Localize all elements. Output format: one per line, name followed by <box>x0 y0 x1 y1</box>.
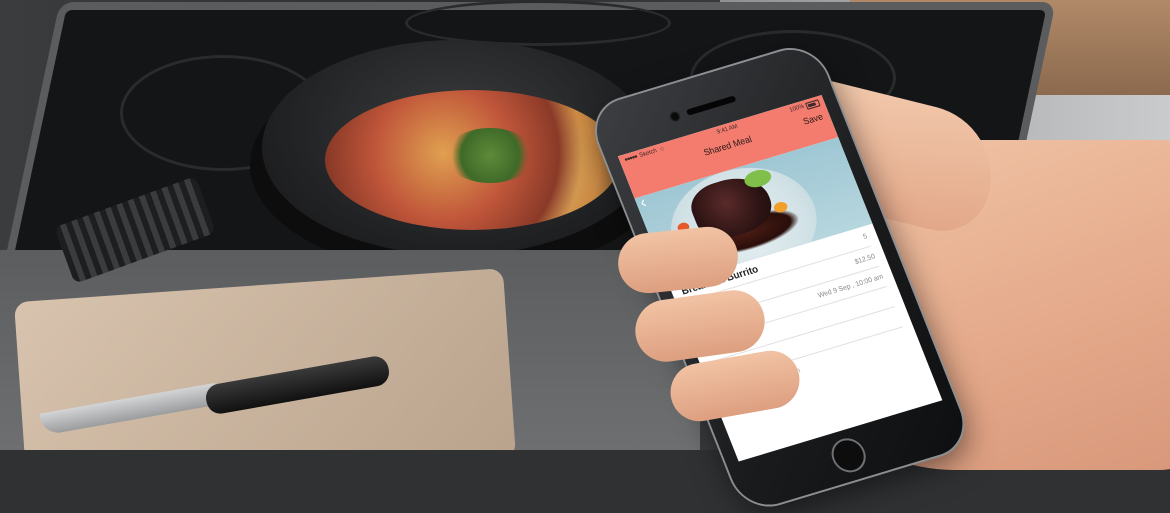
meal-count: 5 <box>861 232 869 241</box>
burner-ring <box>405 0 671 46</box>
signal-icon: ●●●●● <box>623 154 639 164</box>
home-button[interactable] <box>826 434 871 477</box>
price-label: Price: <box>695 320 722 337</box>
amount-value: $12.50 <box>853 252 877 266</box>
wifi-icon: ⌔ <box>658 146 667 154</box>
speaker-icon <box>685 95 737 116</box>
save-button[interactable]: Save <box>802 111 825 126</box>
phone-screen: ●●●●● Sketch ⌔ 9:41 AM 100% Shared Meal … <box>617 94 943 462</box>
phone-body: ●●●●● Sketch ⌔ 9:41 AM 100% Shared Meal … <box>586 41 974 513</box>
front-camera-icon <box>668 110 682 123</box>
smartphone: ●●●●● Sketch ⌔ 9:41 AM 100% Shared Meal … <box>580 41 974 513</box>
pan-greens <box>445 128 535 183</box>
